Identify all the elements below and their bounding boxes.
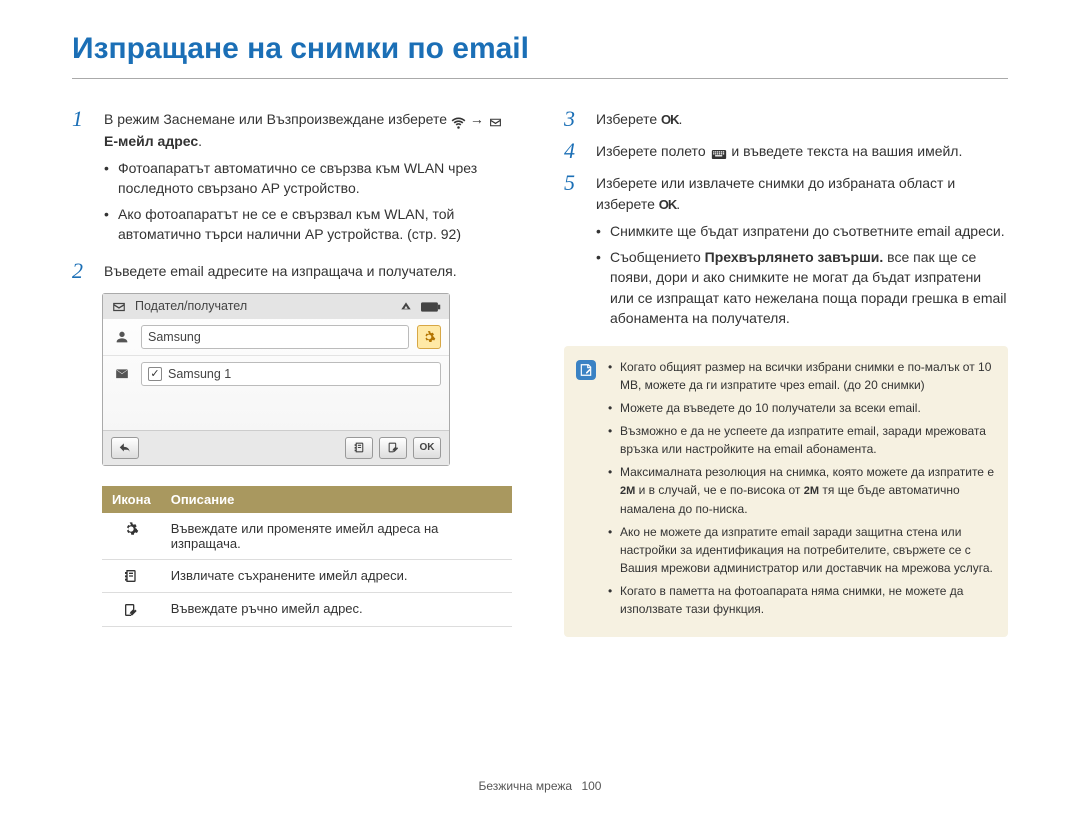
envelope-icon	[111, 299, 127, 314]
step5-bullet-1: Снимките ще бъдат изпратени до съответни…	[596, 221, 1008, 241]
gear-button[interactable]	[417, 325, 441, 349]
step5-text-b: .	[676, 196, 680, 212]
step1-text-c: Е-мейл адрес	[104, 133, 198, 149]
camera-ui-screenshot: Подател/получател Samsung	[102, 293, 450, 466]
note-item: Ако не можете да изпратите email заради …	[608, 523, 994, 577]
sender-value: Samsung	[148, 330, 201, 344]
note-item: Можете да въведете до 10 получатели за в…	[608, 399, 994, 417]
step3-text-b: .	[679, 111, 683, 127]
row3-desc: Въвеждате ръчно имейл адрес.	[161, 593, 512, 627]
left-column: 1 В режим Заснемане или Възпроизвеждане …	[72, 107, 516, 637]
step4-text-b: и въведете текста на вашия имейл.	[731, 143, 962, 159]
note-item: Максималната резолюция на снимка, която …	[608, 463, 994, 518]
recipient-checkbox[interactable]	[148, 367, 162, 381]
step-1: 1 В режим Заснемане или Възпроизвеждане …	[72, 107, 516, 251]
step-number: 1	[72, 107, 90, 251]
step-number: 3	[564, 107, 582, 131]
step5-bullet-2: Съобщението Прехвърлянето завърши. все п…	[596, 247, 1008, 328]
addressbook-button[interactable]	[345, 437, 373, 459]
gear-icon	[123, 521, 139, 536]
page-footer: Безжична мрежа 100	[0, 779, 1080, 793]
shot-row-recipient: Samsung 1	[103, 355, 449, 392]
step-3: 3 Изберете OK.	[564, 107, 1008, 131]
note-item: Когато общият размер на всички избрани с…	[608, 358, 994, 394]
resolution-icon: 2M	[620, 485, 635, 497]
step-number: 4	[564, 139, 582, 163]
row2-desc: Извличате съхранените имейл адреси.	[161, 559, 512, 593]
wifi-icon	[451, 111, 466, 131]
signal-icon	[399, 299, 413, 314]
step1-arrow: →	[470, 111, 488, 127]
page-number: 100	[581, 779, 601, 793]
note-box: Когато общият размер на всички избрани с…	[564, 346, 1008, 637]
ok-button[interactable]: OK	[413, 437, 441, 459]
icon-description-table: Икона Описание Въвеждате или променяте и…	[102, 486, 512, 627]
step-4: 4 Изберете полето и въведете текста на в…	[564, 139, 1008, 163]
recipient-value: Samsung 1	[168, 367, 231, 381]
step-number: 2	[72, 259, 90, 283]
note-item: Възможно е да не успеете да изпратите em…	[608, 422, 994, 458]
edit-button[interactable]	[379, 437, 407, 459]
step-5: 5 Изберете или извлачете снимки до избра…	[564, 171, 1008, 334]
address-book-icon	[123, 568, 139, 583]
footer-section: Безжична мрежа	[479, 779, 573, 793]
shot-row-sender: Samsung	[103, 319, 449, 355]
th-desc: Описание	[161, 486, 512, 513]
step5-text-a: Изберете или извлачете снимки до избрана…	[596, 175, 955, 211]
step1-text-d: .	[198, 133, 202, 149]
person-icon	[111, 329, 133, 345]
right-column: 3 Изберете OK. 4 Изберете полето и въвед…	[564, 107, 1008, 637]
envelope-icon	[488, 111, 503, 131]
step-2: 2 Въведете email адресите на изпращача и…	[72, 259, 516, 283]
ok-icon: OK	[659, 197, 677, 212]
recipient-field[interactable]: Samsung 1	[141, 362, 441, 386]
th-icon: Икона	[102, 486, 161, 513]
shot-header: Подател/получател	[103, 294, 449, 319]
sender-field[interactable]: Samsung	[141, 325, 409, 349]
note-item: Когато в паметта на фотоапарата няма сни…	[608, 582, 994, 618]
row1-desc: Въвеждате или променяте имейл адреса на …	[161, 513, 512, 560]
step-number: 5	[564, 171, 582, 334]
step1-bullet-2: Ако фотоапаратът не се е свързвал към WL…	[104, 204, 516, 245]
mail-icon	[111, 367, 133, 381]
shot-header-title: Подател/получател	[135, 299, 391, 313]
step2-text: Въведете email адресите на изпращача и п…	[104, 259, 457, 283]
table-row: Извличате съхранените имейл адреси.	[102, 559, 512, 593]
resolution-icon: 2M	[804, 485, 819, 497]
table-row: Въвеждате или променяте имейл адреса на …	[102, 513, 512, 560]
shot-footer: OK	[103, 430, 449, 465]
keyboard-icon	[710, 143, 728, 163]
page-title: Изпращане на снимки по email	[72, 32, 1008, 79]
step4-text-a: Изберете полето	[596, 143, 710, 159]
step3-text-a: Изберете	[596, 111, 661, 127]
edit-icon	[123, 601, 139, 616]
back-button[interactable]	[111, 437, 139, 459]
note-icon	[576, 360, 596, 380]
step1-text-a: В режим Заснемане или Възпроизвеждане из…	[104, 111, 451, 127]
step1-bullet-1: Фотоапаратът автоматично се свързва към …	[104, 158, 516, 199]
ok-icon: OK	[661, 112, 679, 127]
battery-icon	[421, 299, 441, 313]
table-row: Въвеждате ръчно имейл адрес.	[102, 593, 512, 627]
